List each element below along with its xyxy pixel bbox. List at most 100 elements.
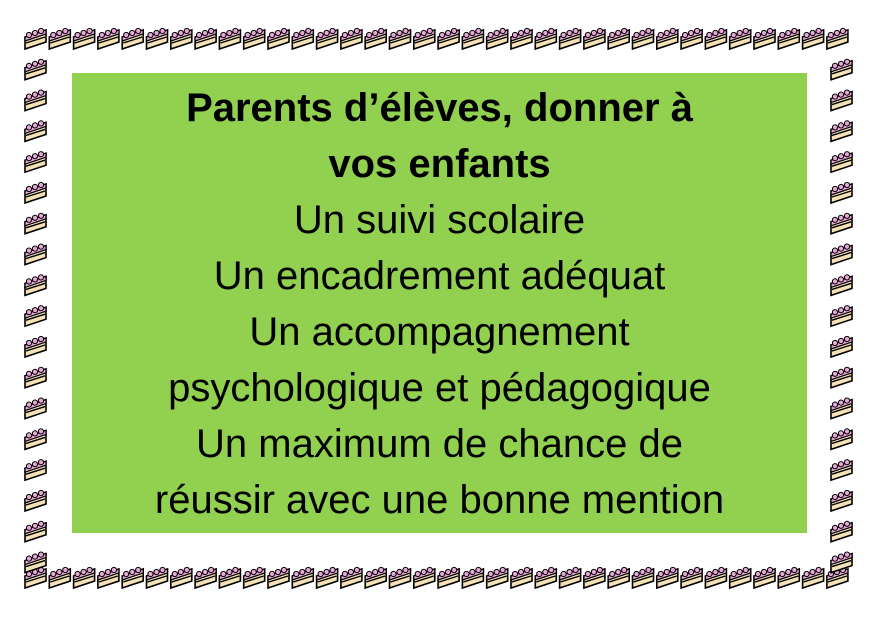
cake-slice-icon — [121, 27, 144, 50]
cake-slice-icon — [24, 181, 47, 204]
cake-slice-icon — [242, 566, 266, 589]
cake-slice-icon — [218, 566, 242, 589]
heading-line-1: Parents d’élèves, donner à — [186, 86, 693, 130]
cake-slice-icon — [24, 150, 47, 173]
cake-slice-icon — [364, 27, 388, 50]
cake-slice-icon — [97, 27, 120, 50]
cake-slice-icon — [631, 27, 655, 50]
cake-slice-icon — [24, 273, 47, 297]
cake-slice-icon — [72, 27, 96, 50]
cake-slice-icon — [437, 27, 460, 50]
cake-slice-icon — [753, 27, 776, 50]
cake-slice-icon — [607, 27, 631, 50]
cake-slice-icon — [194, 27, 217, 50]
cake-slice-icon — [461, 27, 485, 50]
cake-slice-icon — [801, 27, 825, 50]
cake-slice-icon — [412, 566, 436, 589]
cake-slice-icon — [121, 566, 144, 589]
cake-slice-icon — [437, 566, 460, 589]
cake-slice-icon — [412, 27, 436, 50]
notice-text: Parents d’élèves, donner à vos enfants U… — [72, 80, 807, 528]
cake-slice-icon — [72, 566, 96, 589]
cake-slice-icon — [583, 566, 606, 589]
cake-slice-icon — [830, 397, 853, 420]
cake-slice-icon — [218, 27, 242, 50]
cake-slice-icon — [830, 243, 853, 266]
cake-slice-icon — [48, 27, 72, 50]
cake-slice-icon — [461, 566, 485, 589]
cake-slice-icon — [830, 181, 853, 204]
cake-slice-icon — [558, 27, 582, 50]
cake-slice-icon — [728, 27, 752, 50]
cake-slice-icon — [242, 27, 266, 50]
cake-slice-icon — [830, 120, 853, 143]
cake-slice-icon — [24, 58, 47, 81]
cake-slice-icon — [267, 566, 290, 589]
cake-slice-icon — [777, 27, 801, 50]
cake-slice-icon — [48, 566, 72, 589]
cake-slice-icon — [830, 427, 853, 451]
cake-slice-icon — [607, 566, 631, 589]
cake-slice-icon — [680, 566, 703, 589]
cake-slice-icon — [558, 566, 582, 589]
heading-line-2: vos enfants — [328, 142, 551, 186]
cake-slice-icon — [24, 89, 47, 112]
cake-slice-icon — [24, 120, 47, 143]
cake-slice-icon — [24, 397, 47, 420]
cake-slice-icon — [704, 566, 728, 589]
cake-slice-icon — [24, 304, 47, 328]
body-line-1: Un suivi scolaire — [293, 198, 586, 242]
cake-slice-icon — [24, 427, 47, 451]
cake-slice-icon — [340, 27, 363, 50]
cake-slice-icon — [97, 566, 120, 589]
cake-slice-icon — [388, 27, 412, 50]
cake-slice-icon — [24, 212, 47, 235]
cake-slice-icon — [830, 304, 853, 328]
cake-slice-icon — [534, 27, 558, 50]
cake-slice-icon — [170, 27, 193, 50]
cake-slice-icon — [315, 27, 339, 50]
cake-slice-icon — [583, 27, 606, 50]
cake-slice-icon — [291, 27, 315, 50]
cake-slice-icon — [485, 27, 509, 50]
body-line-6: réussir avec une bonne mention — [154, 478, 725, 522]
cake-slice-icon — [24, 335, 47, 358]
cake-slice-icon — [830, 58, 853, 81]
cake-slice-icon — [830, 489, 853, 512]
cake-slice-icon — [24, 489, 47, 512]
cake-slice-icon — [801, 566, 825, 589]
cake-slice-icon — [534, 566, 558, 589]
body-line-5: Un maximum de chance de — [196, 422, 683, 466]
cake-slice-icon — [680, 27, 703, 50]
cake-slice-icon — [485, 566, 509, 589]
cake-slice-icon — [826, 27, 849, 50]
cake-slice-icon — [145, 566, 169, 589]
cake-slice-icon — [194, 566, 217, 589]
cake-slice-icon — [267, 27, 290, 50]
cake-slice-icon — [704, 27, 728, 50]
cake-slice-icon — [830, 273, 853, 297]
cake-slice-icon — [655, 27, 679, 50]
cake-slice-icon — [830, 335, 853, 358]
cake-slice-icon — [830, 150, 853, 173]
cake-slice-icon — [830, 520, 853, 543]
body-line-2: Un encadrement adéquat — [213, 254, 666, 298]
cake-slice-icon — [830, 458, 853, 482]
cake-slice-icon — [24, 458, 47, 482]
body-line-4: psychologique et pédagogique — [168, 366, 711, 410]
cake-slice-icon — [24, 366, 47, 389]
cake-slice-icon — [753, 566, 776, 589]
cake-slice-icon — [291, 566, 315, 589]
cake-slice-icon — [388, 566, 412, 589]
cake-slice-icon — [24, 27, 47, 50]
cake-slice-icon — [315, 566, 339, 589]
cake-slice-icon — [830, 89, 853, 112]
cake-slice-icon — [830, 212, 853, 235]
cake-slice-icon — [24, 520, 47, 543]
cake-slice-icon — [631, 566, 655, 589]
cake-slice-icon — [340, 566, 363, 589]
cake-slice-icon — [170, 566, 193, 589]
cake-slice-icon — [24, 243, 47, 266]
cake-slice-icon — [777, 566, 801, 589]
cake-slice-icon — [830, 551, 853, 574]
